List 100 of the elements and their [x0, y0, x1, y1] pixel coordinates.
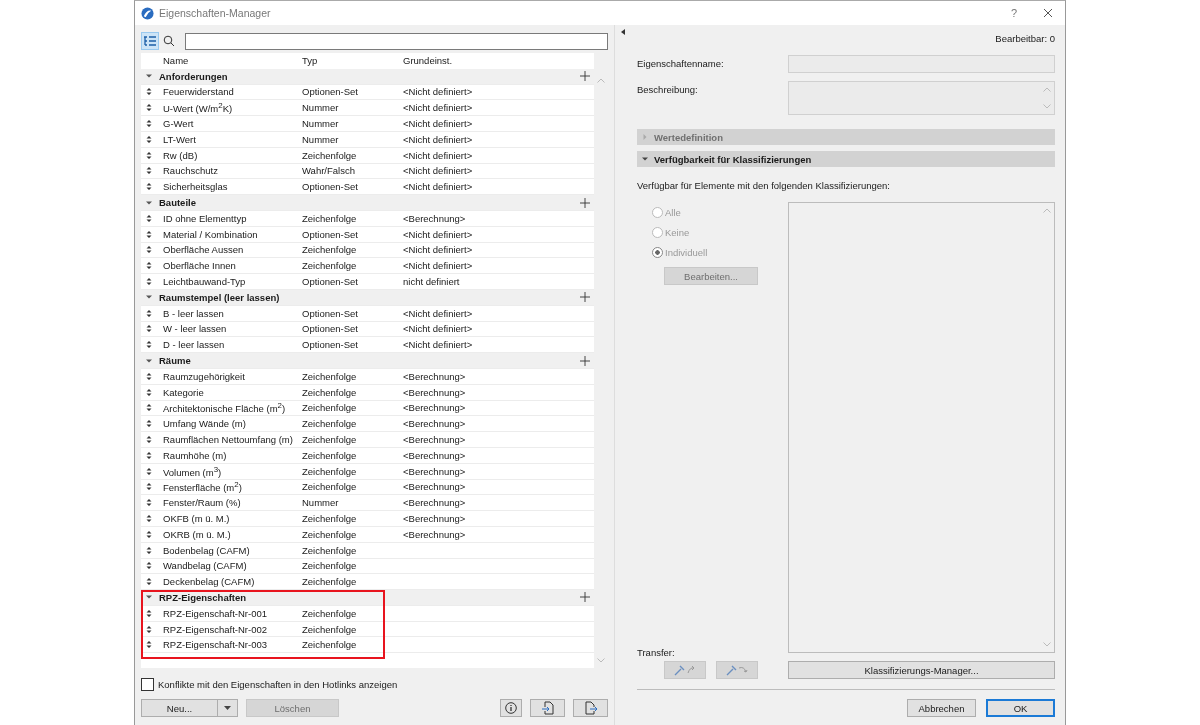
collapse-arrow-icon[interactable] [146, 73, 152, 80]
reorder-handle-icon[interactable] [146, 340, 152, 350]
property-name: LT-Wert [163, 133, 197, 145]
reorder-handle-icon[interactable] [146, 387, 152, 397]
reorder-handle-icon[interactable] [146, 245, 152, 255]
property-type: Zeichenfolge [302, 560, 358, 572]
property-name: Raumhöhe (m) [163, 449, 228, 461]
reorder-handle-icon[interactable] [146, 419, 152, 429]
reorder-handle-icon[interactable] [146, 213, 152, 223]
list-view-button[interactable] [141, 32, 159, 50]
ok-button[interactable]: OK [986, 699, 1055, 717]
property-name: ID ohne Elementtyp [163, 212, 248, 224]
collapse-arrow-icon[interactable] [146, 199, 152, 206]
add-icon[interactable] [580, 355, 590, 366]
reorder-handle-icon[interactable] [146, 545, 152, 555]
collapse-panel-icon[interactable] [621, 29, 625, 35]
property-name: Fenster/Raum (%) [163, 497, 242, 509]
property-default: <Nicht definiert> [403, 339, 474, 351]
app-logo-icon [141, 6, 154, 20]
checkbox-label: Konflikte mit den Eigenschaften in den Hotlinks anzeigen [158, 679, 398, 690]
reorder-handle-icon[interactable] [146, 277, 152, 287]
reorder-handle-icon[interactable] [146, 87, 152, 97]
property-name: Leichtbauwand-Typ [163, 276, 247, 288]
property-name: Wandbelag (CAFM) [163, 560, 248, 572]
property-name: RPZ-Eigenschaft-Nr-003 [163, 639, 268, 651]
add-icon[interactable] [580, 197, 590, 208]
collapse-arrow-icon[interactable] [146, 294, 152, 301]
cancel-button[interactable]: Abbrechen [907, 699, 976, 717]
property-default: <Berechnung> [403, 370, 467, 382]
group-header-row[interactable]: Räume [141, 353, 594, 369]
reorder-handle-icon[interactable] [146, 529, 152, 539]
property-type: Optionen-Set [302, 339, 359, 351]
group-header-row[interactable]: RPZ-Eigenschaften [141, 590, 594, 606]
group-title: RPZ-Eigenschaften [159, 592, 248, 603]
property-type: Nummer [302, 118, 340, 130]
property-type: Zeichenfolge [302, 402, 358, 414]
property-name: RPZ-Eigenschaft-Nr-002 [163, 623, 268, 635]
group-header-row[interactable]: Anforderungen [141, 68, 594, 85]
help-button[interactable]: ? [997, 1, 1031, 25]
reorder-handle-icon[interactable] [146, 435, 152, 444]
reorder-handle-icon[interactable] [146, 103, 152, 113]
checkbox[interactable] [141, 678, 154, 691]
column-header[interactable]: Name [163, 55, 302, 67]
property-default: nicht definiert [403, 276, 461, 288]
property-name: W - leer lassen [163, 323, 228, 335]
field-label: Eigenschaftenname: [637, 57, 725, 71]
reorder-handle-icon[interactable] [146, 166, 152, 176]
reorder-handle-icon[interactable] [146, 324, 152, 334]
reorder-handle-icon[interactable] [146, 261, 152, 271]
property-name: Fensterfläche (m$^{2}$) [163, 480, 243, 494]
reorder-handle-icon[interactable] [146, 514, 152, 523]
add-icon[interactable] [580, 592, 590, 603]
column-header[interactable]: Typ [302, 55, 403, 67]
reorder-handle-icon[interactable] [146, 150, 152, 160]
property-default: <Berechnung> [403, 513, 467, 524]
reorder-handle-icon[interactable] [146, 482, 152, 492]
column-header[interactable]: Grundeinst. [403, 55, 593, 67]
add-icon[interactable] [580, 292, 590, 303]
caret-icon [224, 706, 231, 710]
section-header[interactable]: Verfügbarkeit für Klassifizierungen [637, 151, 1055, 167]
export-button[interactable] [573, 699, 608, 717]
reorder-handle-icon[interactable] [146, 229, 152, 239]
property-type: Zeichenfolge [302, 449, 358, 461]
new-button[interactable]: Neu... [141, 699, 218, 717]
expanded-arrow-icon [642, 156, 648, 162]
add-icon[interactable] [580, 71, 590, 82]
property-name: Oberfläche Aussen [163, 244, 245, 256]
reorder-handle-icon[interactable] [146, 450, 152, 460]
reorder-handle-icon[interactable] [146, 308, 152, 318]
collapse-arrow-icon[interactable] [146, 594, 152, 601]
reorder-handle-icon[interactable] [146, 466, 152, 476]
property-name: OKRB (m ü. M.) [163, 528, 232, 540]
reorder-handle-icon[interactable] [146, 640, 152, 650]
reorder-handle-icon[interactable] [146, 182, 152, 192]
property-default: <Berechnung> [403, 418, 467, 430]
reorder-handle-icon[interactable] [146, 577, 152, 587]
collapsed-arrow-icon [642, 134, 648, 140]
reorder-handle-icon[interactable] [146, 624, 152, 634]
reorder-handle-icon[interactable] [146, 608, 152, 618]
property-type: Optionen-Set [302, 276, 359, 288]
import-button[interactable] [530, 699, 565, 717]
reorder-handle-icon[interactable] [146, 403, 152, 413]
dropdown-button[interactable] [218, 699, 238, 717]
property-type: Optionen-Set [302, 181, 359, 193]
reorder-handle-icon[interactable] [146, 561, 152, 571]
property-name: Raumflächen Nettoumfang (m) [163, 434, 294, 445]
classification-manager-button[interactable]: Klassifizierungs-Manager... [788, 661, 1055, 679]
reorder-handle-icon[interactable] [146, 119, 152, 129]
property-default: <Nicht definiert> [403, 86, 474, 98]
property-type: Nummer [302, 133, 340, 145]
search-field[interactable] [185, 32, 608, 50]
info-button[interactable] [500, 699, 522, 717]
property-type: Zeichenfolge [302, 481, 358, 493]
name-field[interactable] [788, 55, 1055, 73]
property-type: Zeichenfolge [302, 260, 358, 272]
reorder-handle-icon[interactable] [146, 498, 152, 508]
collapse-arrow-icon[interactable] [146, 357, 152, 364]
reorder-handle-icon[interactable] [146, 134, 152, 144]
reorder-handle-icon[interactable] [146, 371, 152, 381]
group-header-row[interactable]: Bauteile [141, 195, 594, 211]
